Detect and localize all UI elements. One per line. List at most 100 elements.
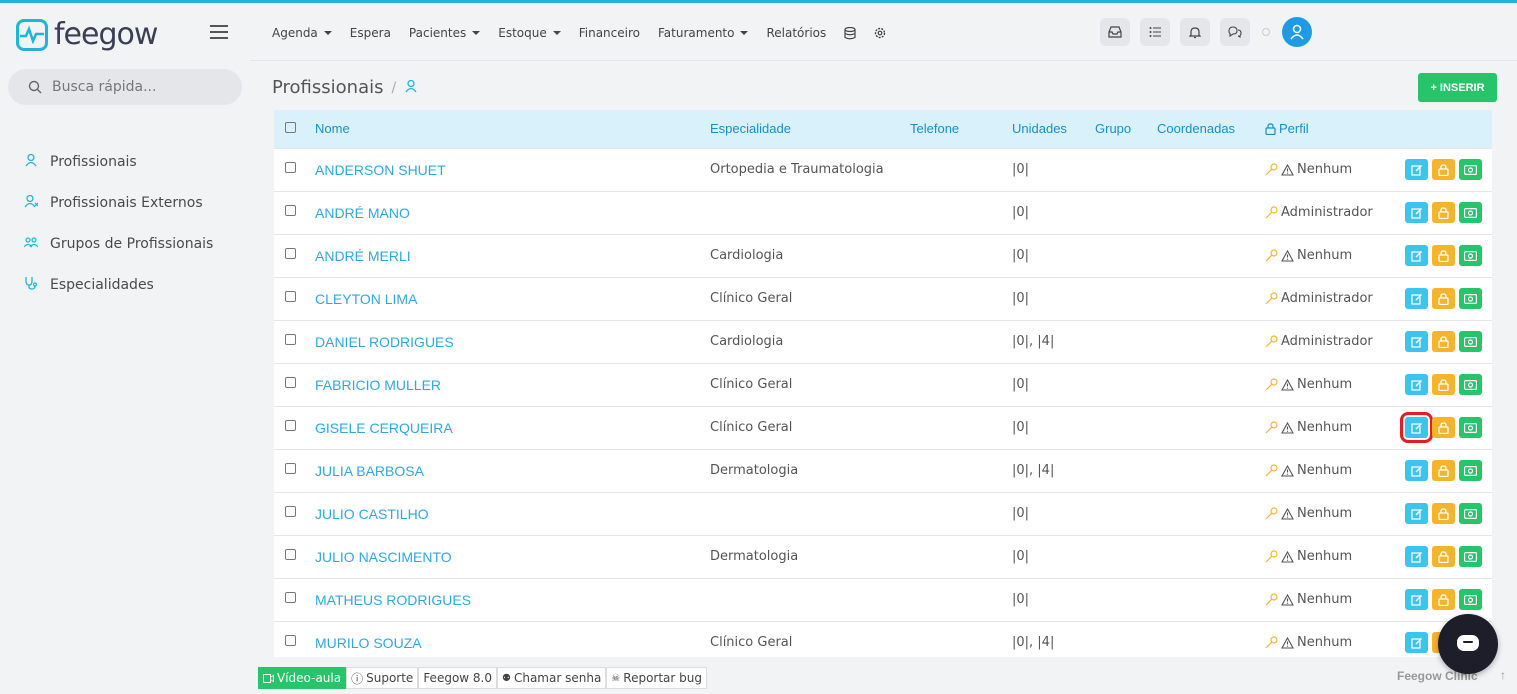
permissions-button[interactable]	[1432, 288, 1455, 309]
professional-name[interactable]: GISELE CERQUEIRA	[315, 406, 710, 449]
bell-icon[interactable]	[1180, 18, 1210, 46]
permissions-button[interactable]	[1432, 546, 1455, 567]
sidebar-item-label: Profissionais	[50, 153, 137, 170]
avatar[interactable]	[1282, 17, 1312, 47]
financial-button[interactable]	[1459, 417, 1482, 438]
permissions-button[interactable]	[1432, 159, 1455, 180]
row-checkbox[interactable]	[285, 377, 296, 388]
logo[interactable]: feegow	[16, 17, 158, 52]
col-coordenadas[interactable]: Coordenadas	[1157, 110, 1265, 148]
nav-faturamento[interactable]: Faturamento	[658, 26, 749, 40]
row-checkbox[interactable]	[285, 549, 296, 560]
gear-icon[interactable]	[874, 27, 886, 39]
menu-toggle-icon[interactable]	[210, 25, 228, 39]
nav-agenda[interactable]: Agenda	[272, 26, 332, 40]
financial-button[interactable]	[1459, 331, 1482, 352]
row-checkbox[interactable]	[285, 635, 296, 647]
edit-button[interactable]	[1405, 546, 1428, 567]
edit-button[interactable]	[1405, 288, 1428, 309]
row-checkbox[interactable]	[285, 592, 296, 603]
edit-button[interactable]	[1405, 374, 1428, 395]
professional-name[interactable]: MURILO SOUZA	[315, 621, 710, 657]
nav-relatorios[interactable]: Relatórios	[766, 26, 826, 40]
permissions-button[interactable]	[1432, 202, 1455, 223]
insert-button[interactable]: + INSERIR	[1418, 73, 1497, 102]
database-icon[interactable]	[844, 26, 856, 40]
edit-button[interactable]	[1405, 331, 1428, 352]
col-especialidade[interactable]: Especialidade	[710, 110, 910, 148]
permissions-button[interactable]	[1432, 331, 1455, 352]
coordenadas-cell	[1157, 363, 1265, 406]
permissions-button[interactable]	[1432, 374, 1455, 395]
row-checkbox[interactable]	[285, 162, 296, 173]
edit-button[interactable]	[1405, 589, 1428, 610]
row-checkbox[interactable]	[285, 463, 296, 474]
search-box[interactable]	[8, 69, 242, 105]
nav-estoque[interactable]: Estoque	[498, 26, 561, 40]
nav-pacientes[interactable]: Pacientes	[409, 26, 481, 40]
permissions-button[interactable]	[1432, 503, 1455, 524]
chat-icon[interactable]	[1220, 18, 1250, 46]
nav-financeiro[interactable]: Financeiro	[579, 26, 640, 40]
col-nome[interactable]: Nome	[315, 110, 710, 148]
nav-espera[interactable]: Espera	[350, 26, 391, 40]
row-checkbox[interactable]	[285, 506, 296, 517]
professional-name[interactable]: CLEYTON LIMA	[315, 277, 710, 320]
video-aula-button[interactable]: Vídeo-aula	[258, 667, 347, 689]
edit-button[interactable]	[1405, 632, 1428, 654]
financial-button[interactable]	[1459, 245, 1482, 266]
chat-widget-button[interactable]	[1438, 614, 1498, 674]
sidebar-item-profissionais-externos[interactable]: Profissionais Externos	[24, 182, 213, 223]
sidebar-item-grupos[interactable]: Grupos de Profissionais	[23, 223, 213, 264]
scroll-top-icon[interactable]: ↑	[1492, 668, 1514, 688]
financial-button[interactable]	[1459, 374, 1482, 395]
edit-button[interactable]	[1405, 503, 1428, 524]
professional-name[interactable]: ANDERSON SHUET	[315, 148, 710, 191]
col-grupo[interactable]: Grupo	[1095, 110, 1157, 148]
row-checkbox[interactable]	[285, 420, 296, 431]
task-list-icon[interactable]	[1140, 18, 1170, 46]
reportar-bug-button[interactable]: ☠ Reportar bug	[606, 667, 707, 689]
professional-name[interactable]: JULIO NASCIMENTO	[315, 535, 710, 578]
professional-name[interactable]: ANDRÉ MERLI	[315, 234, 710, 277]
row-checkbox[interactable]	[285, 291, 296, 302]
edit-button[interactable]	[1400, 412, 1433, 443]
professional-name[interactable]: ANDRÉ MANO	[315, 191, 710, 234]
col-unidades[interactable]: Unidades	[1012, 110, 1095, 148]
edit-button[interactable]	[1405, 460, 1428, 481]
col-telefone[interactable]: Telefone	[910, 110, 1012, 148]
permissions-button[interactable]	[1432, 417, 1455, 438]
chamar-senha-button[interactable]: ⚉ Chamar senha	[497, 667, 607, 689]
key-icon	[1265, 421, 1278, 434]
permissions-button[interactable]	[1432, 245, 1455, 266]
sidebar-item-profissionais[interactable]: Profissionais	[24, 141, 213, 182]
financial-button[interactable]	[1459, 503, 1482, 524]
financial-button[interactable]	[1459, 460, 1482, 481]
professional-name[interactable]: FABRICIO MULLER	[315, 363, 710, 406]
financial-button[interactable]	[1459, 288, 1482, 309]
row-checkbox[interactable]	[285, 334, 296, 345]
edit-button[interactable]	[1405, 159, 1428, 180]
col-perfil[interactable]: Perfil	[1265, 110, 1395, 148]
financial-button[interactable]	[1459, 589, 1482, 610]
professional-name[interactable]: MATHEUS RODRIGUES	[315, 578, 710, 621]
professional-name[interactable]: DANIEL RODRIGUES	[315, 320, 710, 363]
edit-button[interactable]	[1405, 245, 1428, 266]
search-input[interactable]	[52, 79, 232, 95]
financial-button[interactable]	[1459, 202, 1482, 223]
professional-name[interactable]: JULIO CASTILHO	[315, 492, 710, 535]
financial-button[interactable]	[1459, 159, 1482, 180]
select-all-checkbox[interactable]	[285, 122, 296, 134]
permissions-button[interactable]	[1432, 589, 1455, 610]
suporte-button[interactable]: ⓘ Suporte	[346, 667, 419, 689]
row-checkbox[interactable]	[285, 248, 296, 259]
edit-button[interactable]	[1405, 202, 1428, 223]
sidebar-item-especialidades[interactable]: Especialidades	[24, 264, 213, 305]
financial-button[interactable]	[1459, 546, 1482, 567]
permissions-button[interactable]	[1432, 460, 1455, 481]
professional-name[interactable]: JULIA BARBOSA	[315, 449, 710, 492]
inbox-icon[interactable]	[1100, 18, 1130, 46]
row-checkbox[interactable]	[285, 205, 296, 216]
logo-text: feegow	[54, 17, 158, 52]
lock-icon	[1438, 292, 1449, 305]
